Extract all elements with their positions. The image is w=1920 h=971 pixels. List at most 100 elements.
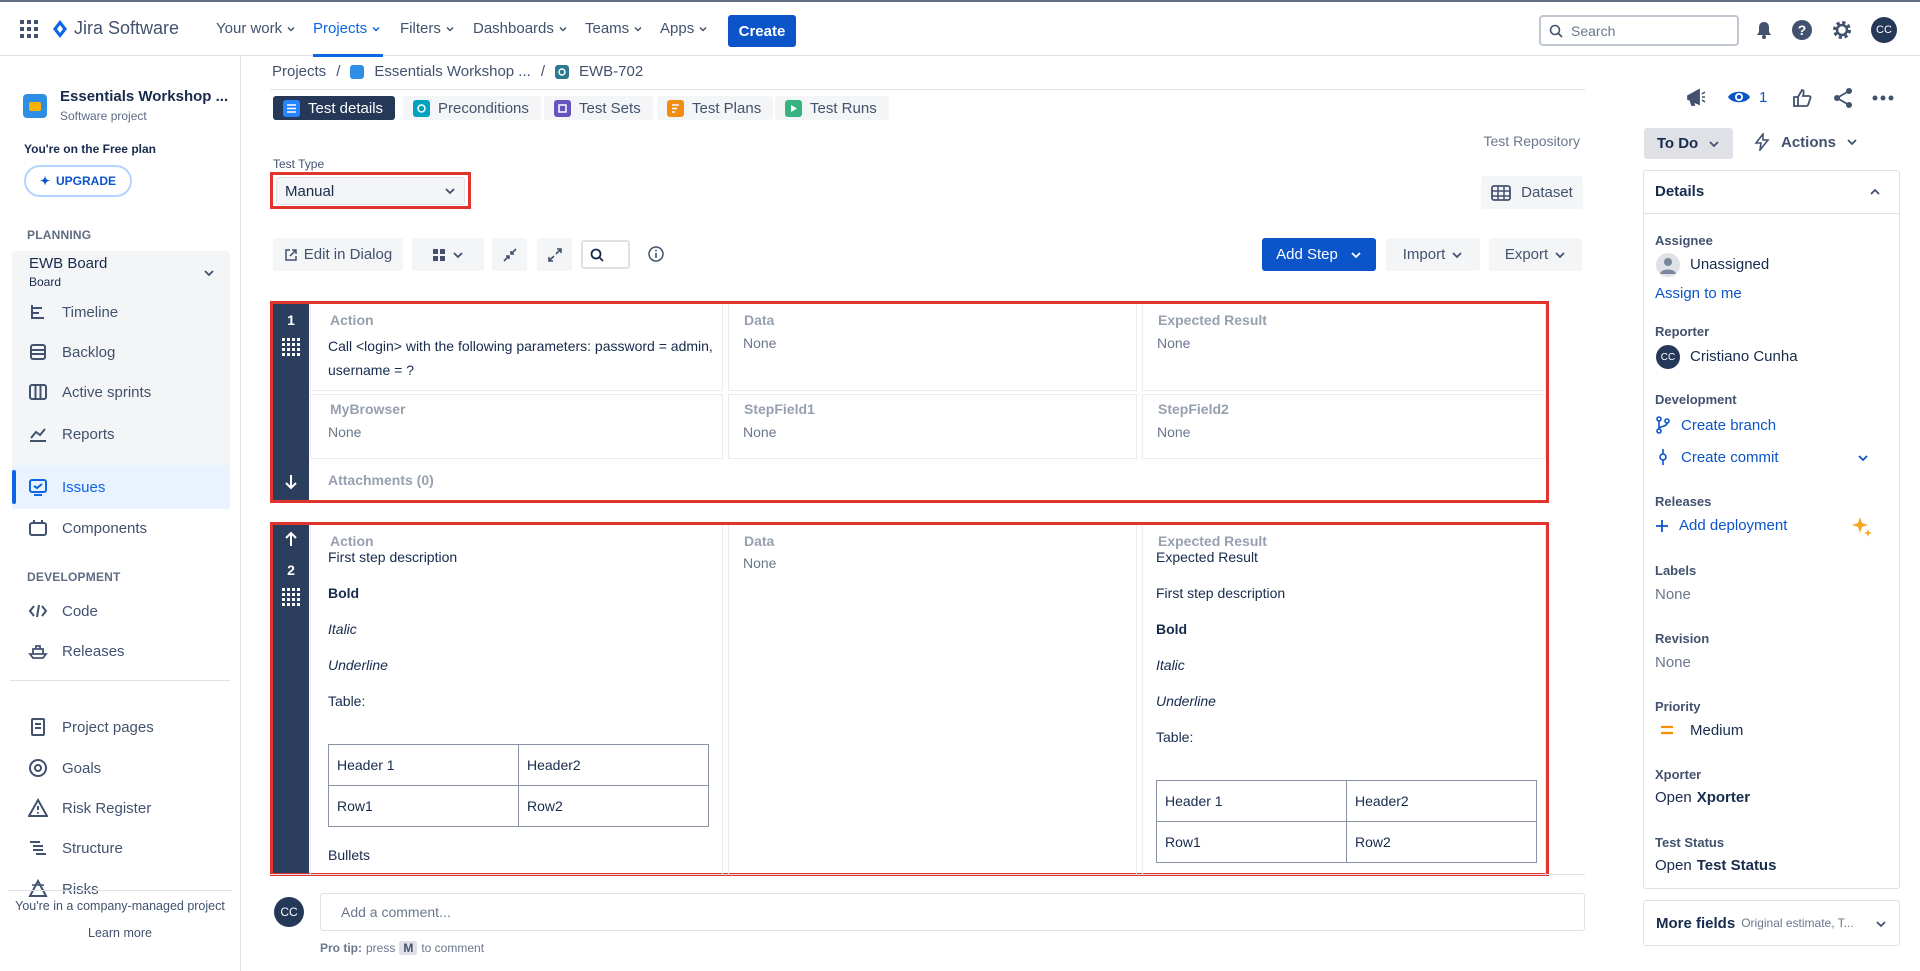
test-sets-icon: [554, 99, 571, 117]
add-deployment-link[interactable]: Add deployment: [1655, 517, 1787, 534]
share-icon[interactable]: [1832, 87, 1854, 109]
revision-value[interactable]: None: [1655, 654, 1691, 671]
layout-toggle-button[interactable]: [412, 238, 484, 271]
user-avatar[interactable]: CC: [1871, 17, 1897, 43]
sidebar-item-risk-register[interactable]: Risk Register: [12, 789, 230, 827]
expand-button[interactable]: [537, 238, 572, 271]
create-branch-link[interactable]: Create branch: [1655, 416, 1776, 434]
more-options-icon[interactable]: [1872, 95, 1894, 101]
priority-value[interactable]: Medium: [1690, 722, 1743, 739]
board-name[interactable]: EWB Board: [29, 255, 107, 272]
steps-search-input[interactable]: [581, 240, 630, 269]
sidebar-item-label: Components: [62, 519, 148, 537]
comment-input[interactable]: Add a comment...: [320, 893, 1585, 931]
nav-your-work[interactable]: Your work: [216, 20, 296, 37]
sidebar-item-components[interactable]: Components: [12, 509, 230, 547]
chart-icon: [30, 428, 46, 442]
search-input[interactable]: Search: [1539, 15, 1739, 46]
create-button[interactable]: Create: [728, 15, 796, 47]
sidebar-item-reports[interactable]: Reports: [12, 415, 230, 453]
nav-filters[interactable]: Filters: [400, 20, 455, 37]
reporter-value[interactable]: Cristiano Cunha: [1690, 348, 1798, 365]
more-fields-panel[interactable]: More fields Original estimate, T...: [1643, 900, 1900, 946]
nav-teams[interactable]: Teams: [585, 20, 643, 37]
nav-apps[interactable]: Apps: [660, 20, 708, 37]
test-status-link[interactable]: Open Test Status: [1655, 857, 1776, 874]
labels-value[interactable]: None: [1655, 586, 1691, 603]
tab-test-sets[interactable]: Test Sets: [544, 96, 653, 120]
unassigned-avatar-icon: [1656, 253, 1680, 277]
step2-data-cell[interactable]: [728, 525, 1137, 875]
sidebar-item-timeline[interactable]: Timeline: [12, 293, 230, 331]
pro-tip: Pro tip: press M to comment: [320, 941, 484, 955]
sidebar-item-backlog[interactable]: Backlog: [12, 333, 230, 371]
project-name[interactable]: Essentials Workshop ...: [60, 88, 228, 105]
table-cell: Header2: [1346, 780, 1537, 822]
add-step-button[interactable]: Add Step: [1262, 238, 1376, 271]
rich-line-bullets: Bullets: [328, 847, 371, 863]
assign-to-me-link[interactable]: Assign to me: [1655, 285, 1742, 302]
help-icon[interactable]: ?: [1791, 19, 1813, 41]
edit-in-dialog-button[interactable]: Edit in Dialog: [273, 238, 403, 271]
chevron-down-icon[interactable]: [203, 267, 215, 279]
sidebar-item-releases[interactable]: Releases: [12, 632, 230, 670]
assignee-label: Assignee: [1655, 233, 1713, 248]
chevron-down-icon: [1847, 139, 1857, 146]
export-button[interactable]: Export: [1489, 238, 1582, 271]
watchers-button[interactable]: 1: [1727, 87, 1767, 107]
drag-handle-icon[interactable]: [281, 337, 301, 357]
sidebar-item-code[interactable]: Code: [12, 592, 230, 630]
arrow-down-icon[interactable]: [284, 474, 298, 490]
dataset-button[interactable]: Dataset: [1481, 176, 1583, 209]
megaphone-icon[interactable]: [1685, 87, 1707, 109]
status-dropdown[interactable]: To Do: [1644, 128, 1733, 159]
nav-dashboards-label: Dashboards: [473, 20, 554, 37]
tab-preconditions[interactable]: Preconditions: [403, 96, 541, 120]
collapse-button[interactable]: [492, 238, 527, 271]
attachments-link[interactable]: Attachments (0): [328, 472, 434, 488]
sidebar-item-active-sprints[interactable]: Active sprints: [12, 373, 230, 411]
import-button[interactable]: Import: [1386, 238, 1480, 271]
notifications-icon[interactable]: [1753, 19, 1775, 41]
tab-test-plans[interactable]: Test Plans: [657, 96, 774, 120]
xporter-link[interactable]: Open Xporter: [1655, 789, 1750, 806]
nav-projects-label: Projects: [313, 20, 368, 37]
info-icon[interactable]: [648, 246, 664, 262]
nav-projects[interactable]: Projects: [313, 20, 381, 37]
sidebar-item-structure[interactable]: Structure: [12, 829, 230, 867]
target-icon: [29, 759, 47, 777]
test-type-select[interactable]: Manual: [276, 177, 465, 205]
step1-data-cell[interactable]: [728, 304, 1137, 391]
test-status-open: Open: [1655, 857, 1692, 874]
nav-filters-label: Filters: [400, 20, 441, 37]
create-commit-link[interactable]: Create commit: [1655, 448, 1779, 466]
settings-gear-icon[interactable]: [1831, 19, 1853, 41]
upgrade-button[interactable]: ✦ UPGRADE: [24, 165, 132, 197]
tab-test-runs[interactable]: Test Runs: [775, 96, 889, 120]
table-cell: Header 1: [328, 744, 519, 786]
arrow-up-icon[interactable]: [284, 531, 298, 547]
chevron-down-icon[interactable]: [1857, 452, 1869, 464]
priority-medium-icon: [1660, 724, 1674, 736]
ai-sparkle-icon[interactable]: [1851, 515, 1873, 537]
nav-dashboards[interactable]: Dashboards: [473, 20, 568, 37]
like-icon[interactable]: [1791, 87, 1813, 109]
data-label: Data: [744, 312, 775, 328]
sidebar-item-issues[interactable]: Issues: [12, 468, 230, 506]
tab-test-details[interactable]: Test details: [273, 96, 396, 120]
actions-dropdown[interactable]: Actions: [1753, 133, 1858, 151]
breadcrumb-issue[interactable]: EWB-702: [579, 63, 643, 80]
learn-more-link[interactable]: Learn more: [0, 926, 240, 940]
chevron-up-icon[interactable]: [1869, 186, 1881, 198]
jira-logo[interactable]: Jira Software: [52, 18, 179, 39]
sidebar-item-goals[interactable]: Goals: [12, 749, 230, 787]
breadcrumb-projects[interactable]: Projects: [272, 63, 326, 80]
drag-handle-icon[interactable]: [281, 587, 301, 607]
sidebar-item-project-pages[interactable]: Project pages: [12, 708, 230, 746]
app-switcher-icon[interactable]: [20, 20, 38, 38]
breadcrumb-project[interactable]: Essentials Workshop ...: [374, 63, 530, 80]
test-repository-link[interactable]: Test Repository: [1400, 133, 1580, 149]
comment-avatar: CC: [274, 897, 304, 927]
sidebar-item-label: Risks: [62, 880, 99, 898]
assignee-value[interactable]: Unassigned: [1690, 256, 1769, 273]
